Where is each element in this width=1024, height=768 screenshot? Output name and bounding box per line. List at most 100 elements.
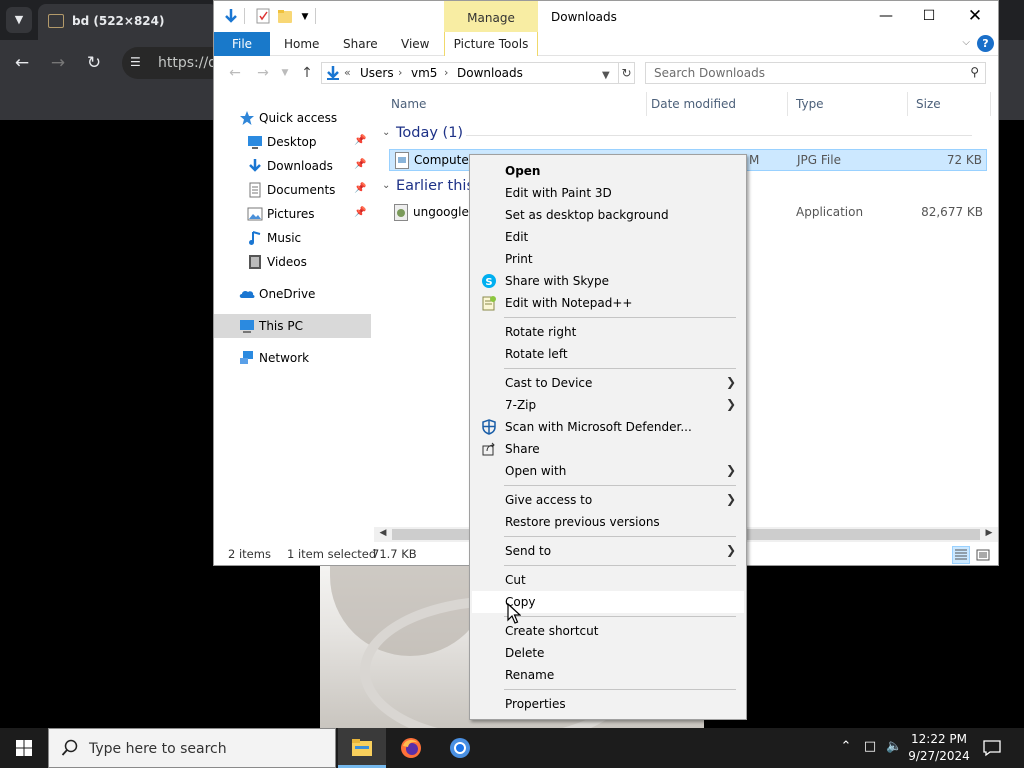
system-clock[interactable]: 12:22 PM 9/27/2024 (904, 731, 974, 765)
menu-item-send-to[interactable]: Send to ❯ (472, 540, 744, 562)
breadcrumb-separator-icon[interactable]: › (444, 66, 448, 79)
menu-item-delete[interactable]: Delete (472, 642, 744, 664)
menu-item-print[interactable]: Print (472, 248, 744, 270)
address-dropdown-icon[interactable]: ▼ (602, 70, 610, 81)
submenu-arrow-icon: ❯ (726, 463, 737, 477)
up-button[interactable]: ↑ (298, 64, 316, 82)
menu-item-edit[interactable]: Edit (472, 226, 744, 248)
sidebar-item-documents[interactable]: Documents 📌 (214, 178, 371, 202)
taskbar-firefox[interactable] (387, 728, 435, 768)
menu-item-share-with-skype[interactable]: S Share with Skype (472, 270, 744, 292)
taskbar-search-input[interactable]: Type here to search (48, 728, 336, 768)
scroll-left-icon[interactable]: ◀ (376, 528, 390, 538)
site-info-icon[interactable]: ☰ (130, 55, 141, 69)
tab-share[interactable]: Share (339, 32, 382, 56)
column-name[interactable]: Name (391, 97, 426, 111)
show-hidden-icons-chevron-icon[interactable]: ⌃ (838, 739, 854, 755)
group-header-today[interactable]: ⌄ Today (1) (382, 124, 982, 146)
quick-access-toolbar-down-icon[interactable] (222, 8, 240, 26)
sidebar-item-this-pc[interactable]: This PC (214, 314, 371, 338)
breadcrumb-downloads[interactable]: Downloads (457, 66, 523, 80)
clock-time: 12:22 PM (911, 732, 967, 746)
column-type[interactable]: Type (796, 97, 824, 111)
sidebar-item-music[interactable]: Music (214, 226, 371, 250)
breadcrumb-separator-icon[interactable]: › (398, 66, 402, 79)
forward-button[interactable]: → (46, 51, 70, 75)
menu-item-open-with[interactable]: Open with ❯ (472, 460, 744, 482)
menu-item-rename[interactable]: Rename (472, 664, 744, 686)
download-icon (249, 159, 261, 172)
menu-item-properties[interactable]: Properties (472, 693, 744, 715)
details-view-button[interactable] (952, 546, 970, 564)
sidebar-item-downloads[interactable]: Downloads 📌 (214, 154, 371, 178)
customize-qat-icon[interactable]: ▼ (296, 8, 314, 26)
search-input[interactable]: Search Downloads ⚲ (645, 62, 986, 84)
scroll-right-icon[interactable]: ▶ (982, 528, 996, 538)
menu-item-rotate-left[interactable]: Rotate left (472, 343, 744, 365)
menu-item-restore-previous-versions[interactable]: Restore previous versions (472, 511, 744, 533)
properties-check-icon[interactable] (254, 8, 272, 26)
large-icons-view-button[interactable] (974, 546, 992, 564)
pin-icon[interactable]: 📌 (354, 135, 366, 146)
sidebar-item-videos[interactable]: Videos (214, 250, 371, 274)
close-button[interactable]: ✕ (952, 1, 998, 32)
tab-home[interactable]: Home (280, 32, 323, 56)
column-date-modified[interactable]: Date modified (651, 97, 736, 111)
tab-file[interactable]: File (214, 32, 270, 56)
maximize-button[interactable]: ☐ (906, 1, 952, 32)
reload-button[interactable]: ↻ (82, 51, 106, 75)
submenu-arrow-icon: ❯ (726, 397, 737, 411)
browser-tab[interactable]: bd (522×824) (38, 4, 218, 40)
menu-item-cast-to-device[interactable]: Cast to Device ❯ (472, 372, 744, 394)
breadcrumb-vm5[interactable]: vm5 (411, 66, 437, 80)
sidebar-item-onedrive[interactable]: OneDrive (214, 282, 371, 306)
network-status-icon[interactable]: □ (862, 739, 878, 755)
menu-item-edit-with-notepad-plus-plus[interactable]: Edit with Notepad++ (472, 292, 744, 314)
menu-item-cut[interactable]: Cut (472, 569, 744, 591)
collapse-chevron-icon[interactable]: ⌄ (382, 127, 390, 138)
pin-icon[interactable]: 📌 (354, 183, 366, 194)
sidebar-item-network[interactable]: Network (214, 346, 371, 370)
taskbar-file-explorer[interactable] (338, 728, 386, 768)
new-folder-icon[interactable] (276, 8, 294, 26)
breadcrumb-users[interactable]: Users (360, 66, 394, 80)
collapse-chevron-icon[interactable]: ⌄ (382, 180, 390, 191)
volume-muted-icon[interactable]: 🔈 (886, 739, 902, 755)
menu-item-share[interactable]: Share (472, 438, 744, 460)
taskbar: Type here to search ⌃ □ 🔈 12:22 PM 9/27/… (0, 728, 1024, 768)
sidebar-item-pictures[interactable]: Pictures 📌 (214, 202, 371, 226)
address-overflow[interactable]: « (344, 66, 351, 79)
menu-item-7-zip[interactable]: 7-Zip ❯ (472, 394, 744, 416)
menu-item-open[interactable]: Open (472, 160, 744, 182)
sidebar-item-quick-access[interactable]: Quick access (214, 106, 371, 130)
help-icon[interactable]: ? (977, 35, 994, 52)
tab-search-button[interactable]: ▼ (6, 7, 32, 33)
refresh-button[interactable]: ↻ (619, 62, 635, 84)
menu-item-edit-with-paint-3d[interactable]: Edit with Paint 3D (472, 182, 744, 204)
minimize-button[interactable]: — (863, 1, 909, 32)
application-file-icon (394, 204, 408, 221)
manage-tab-header[interactable]: Manage (444, 1, 538, 32)
menu-item-set-as-desktop-background[interactable]: Set as desktop background (472, 204, 744, 226)
details-view-icon (955, 549, 967, 560)
notification-center-icon[interactable] (982, 738, 1002, 758)
start-button[interactable] (0, 728, 48, 768)
expand-ribbon-icon[interactable]: ⌵ (962, 37, 970, 48)
tab-view[interactable]: View (397, 32, 433, 56)
forward-button[interactable]: → (254, 64, 272, 82)
recent-locations-button[interactable]: ▼ (276, 64, 294, 82)
tab-picture-tools[interactable]: Picture Tools (444, 32, 538, 56)
menu-item-give-access-to[interactable]: Give access to ❯ (472, 489, 744, 511)
menu-item-rotate-right[interactable]: Rotate right (472, 321, 744, 343)
back-button[interactable]: ← (226, 64, 244, 82)
address-bar[interactable]: « Users › vm5 › Downloads ▼ (321, 62, 619, 84)
column-size[interactable]: Size (916, 97, 941, 111)
pin-icon[interactable]: 📌 (354, 207, 366, 218)
back-button[interactable]: ← (10, 51, 34, 75)
sidebar-item-desktop[interactable]: Desktop 📌 (214, 130, 371, 154)
chrome-icon (450, 738, 470, 758)
menu-item-scan-with-defender[interactable]: Scan with Microsoft Defender... (472, 416, 744, 438)
refresh-icon: ↻ (621, 66, 632, 80)
pin-icon[interactable]: 📌 (354, 159, 366, 170)
taskbar-chrome[interactable] (436, 728, 484, 768)
